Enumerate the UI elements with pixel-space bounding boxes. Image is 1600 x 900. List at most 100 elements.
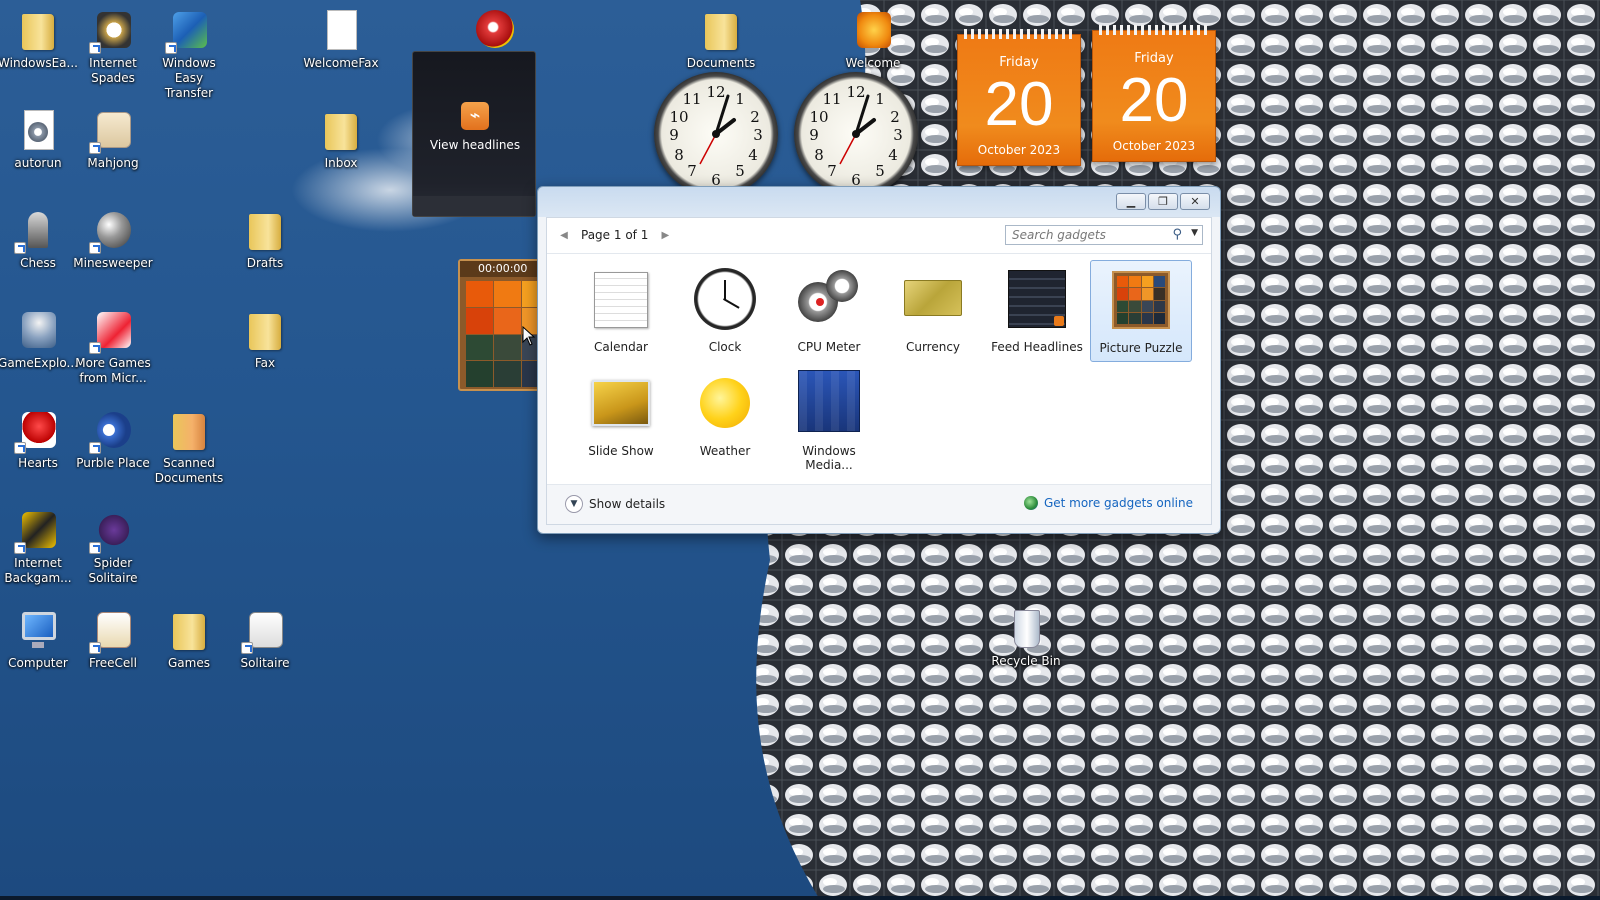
folder-icon bbox=[699, 8, 743, 52]
headlines-footer bbox=[413, 196, 535, 216]
desktop-icon-fax[interactable]: Fax bbox=[225, 308, 305, 371]
folder-icon bbox=[243, 208, 287, 252]
window-controls: ▁ ❐ ✕ bbox=[1116, 193, 1210, 210]
chevron-down-icon[interactable]: ▼ bbox=[565, 495, 583, 513]
search-icon[interactable]: ⚲ bbox=[1172, 227, 1182, 242]
calendar-thumb-icon bbox=[588, 266, 654, 332]
desktop-icon-hearts[interactable]: Hearts bbox=[0, 408, 78, 471]
desktop-icon-recycle-bin[interactable]: Recycle Bin bbox=[986, 606, 1066, 669]
desktop-icon-spider-solitaire[interactable]: Spider Solitaire bbox=[73, 508, 153, 586]
get-more-gadgets-link[interactable]: Get more gadgets online bbox=[1023, 496, 1193, 510]
desktop-icon-inbox[interactable]: Inbox bbox=[301, 108, 381, 171]
minimize-button[interactable]: ▁ bbox=[1116, 193, 1146, 210]
svg-text:2: 2 bbox=[750, 108, 760, 126]
gadget-tile-cpu-meter[interactable]: CPU Meter bbox=[778, 260, 880, 362]
desktop-icon-games[interactable]: Games bbox=[149, 608, 229, 671]
clock-gadget[interactable]: 12 1 2 345 678 9 10 11 bbox=[654, 72, 778, 196]
picture-puzzle-thumb-icon bbox=[1108, 267, 1174, 333]
desktop-icon-internet-backgammon[interactable]: Internet Backgam... bbox=[0, 508, 78, 586]
calendar-gadget-2[interactable]: Friday 20 October 2023 bbox=[1092, 25, 1216, 162]
gadget-tile-slide-show[interactable]: Slide Show bbox=[570, 364, 672, 466]
svg-text:10: 10 bbox=[669, 108, 688, 126]
settings-file-icon bbox=[16, 108, 60, 152]
gadget-tile-feed-headlines[interactable]: Feed Headlines bbox=[986, 260, 1088, 362]
svg-text:8: 8 bbox=[674, 146, 684, 164]
gadget-gallery-window[interactable]: ▁ ❐ ✕ ◀ Page 1 of 1 ▶ Search gadgets ⚲ ▼… bbox=[537, 186, 1221, 534]
show-details-toggle[interactable]: ▼ Show details bbox=[565, 495, 665, 513]
clock-gadget-2[interactable]: 12 1 2 345 678 9 10 11 bbox=[794, 72, 918, 196]
desktop-icon-drafts[interactable]: Drafts bbox=[225, 208, 305, 271]
desktop-icon-more-games[interactable]: More Games from Micr... bbox=[73, 308, 153, 386]
globe-icon bbox=[1023, 496, 1038, 510]
slide-show-thumb-icon bbox=[588, 370, 654, 436]
headlines-label[interactable]: View headlines bbox=[413, 138, 537, 152]
close-button[interactable]: ✕ bbox=[1180, 193, 1210, 210]
desktop-icon-internet-spades[interactable]: Internet Spades bbox=[73, 8, 153, 86]
svg-text:3: 3 bbox=[753, 126, 763, 144]
desktop-icon-documents[interactable]: Documents bbox=[681, 8, 761, 71]
desktop-icon-purble-place[interactable]: Purble Place bbox=[73, 408, 153, 471]
desktop-icon-minesweeper[interactable]: Minesweeper bbox=[73, 208, 153, 271]
svg-text:5: 5 bbox=[735, 162, 745, 180]
gadget-tile-calendar[interactable]: Calendar bbox=[570, 260, 672, 362]
gadget-tile-clock[interactable]: Clock bbox=[674, 260, 776, 362]
freecell-icon bbox=[89, 608, 135, 654]
gadget-tile-windows-media[interactable]: Windows Media... bbox=[778, 364, 880, 472]
taskbar-edge bbox=[0, 896, 1600, 900]
folder-icon bbox=[167, 608, 211, 652]
folder-icon bbox=[167, 408, 211, 452]
next-page-button[interactable]: ▶ bbox=[658, 230, 672, 241]
purble-place-icon bbox=[89, 408, 135, 454]
desktop-icon-chess[interactable]: Chess bbox=[0, 208, 78, 271]
headlines-gadget[interactable]: ⌁ View headlines bbox=[412, 51, 536, 217]
svg-text:9: 9 bbox=[669, 126, 679, 144]
desktop-icon-windows-easy-transfer[interactable]: Windows Easy Transfer bbox=[149, 8, 229, 101]
svg-text:10: 10 bbox=[809, 108, 828, 126]
desktop-icon-solitaire[interactable]: Solitaire bbox=[225, 608, 305, 671]
desktop-icon-mahjong[interactable]: Mahjong bbox=[73, 108, 153, 171]
folder-icon bbox=[16, 8, 60, 52]
mouse-cursor-icon bbox=[522, 326, 536, 346]
recycle-bin-icon bbox=[1004, 606, 1048, 650]
clock-face-icon: 12 12 345 678 91011 bbox=[669, 83, 763, 189]
desktop-icon-autorun[interactable]: autorun bbox=[0, 108, 78, 171]
desktop-icon-gameexplorer[interactable]: GameExplo... bbox=[0, 308, 78, 371]
weather-thumb-icon bbox=[692, 370, 758, 436]
mahjong-icon bbox=[89, 108, 135, 154]
desktop-icon-welcomefax[interactable]: WelcomeFax bbox=[301, 8, 381, 71]
svg-text:3: 3 bbox=[893, 126, 903, 144]
desktop-icon-computer[interactable]: Computer bbox=[0, 608, 78, 671]
desktop-icon-freecell[interactable]: FreeCell bbox=[73, 608, 153, 671]
desktop-icon-scanned-documents[interactable]: Scanned Documents bbox=[149, 408, 229, 486]
gadget-tile-currency[interactable]: Currency bbox=[882, 260, 984, 362]
cpu-meter-thumb-icon bbox=[796, 266, 862, 332]
svg-text:4: 4 bbox=[748, 146, 758, 164]
svg-text:4: 4 bbox=[888, 146, 898, 164]
chevron-down-icon[interactable]: ▼ bbox=[1191, 228, 1198, 238]
calendar-dow: Friday bbox=[999, 55, 1039, 70]
pager: ◀ Page 1 of 1 ▶ bbox=[557, 225, 672, 245]
windows-media-thumb-icon bbox=[796, 370, 862, 436]
svg-text:12: 12 bbox=[846, 83, 865, 101]
gallery-toolbar: ◀ Page 1 of 1 ▶ Search gadgets ⚲ ▼ bbox=[547, 218, 1211, 254]
gadget-tile-weather[interactable]: Weather bbox=[674, 364, 776, 466]
rss-icon: ⌁ bbox=[461, 102, 489, 130]
restore-button[interactable]: ❐ bbox=[1148, 193, 1178, 210]
show-details-label[interactable]: Show details bbox=[589, 497, 665, 511]
minesweeper-icon bbox=[89, 208, 135, 254]
game-explorer-icon bbox=[16, 308, 60, 352]
get-more-gadgets-label[interactable]: Get more gadgets online bbox=[1044, 496, 1193, 510]
desktop-icon-welcome[interactable]: Welcome bbox=[833, 8, 913, 71]
previous-page-button[interactable]: ◀ bbox=[557, 230, 571, 241]
more-games-icon bbox=[89, 308, 135, 354]
calendar-dow: Friday bbox=[1134, 51, 1174, 66]
calendar-gadget[interactable]: Friday 20 October 2023 bbox=[957, 29, 1081, 166]
svg-text:8: 8 bbox=[814, 146, 824, 164]
svg-text:1: 1 bbox=[735, 90, 745, 108]
browser-shortcut-icon[interactable] bbox=[476, 10, 514, 48]
gadget-tile-picture-puzzle[interactable]: Picture Puzzle bbox=[1090, 260, 1192, 362]
desktop-icon-windowsea[interactable]: WindowsEa... bbox=[0, 8, 78, 71]
hearts-icon bbox=[14, 408, 60, 454]
search-gadgets-input[interactable]: Search gadgets ⚲ ▼ bbox=[1005, 225, 1203, 245]
clock-thumb-icon bbox=[692, 266, 758, 332]
